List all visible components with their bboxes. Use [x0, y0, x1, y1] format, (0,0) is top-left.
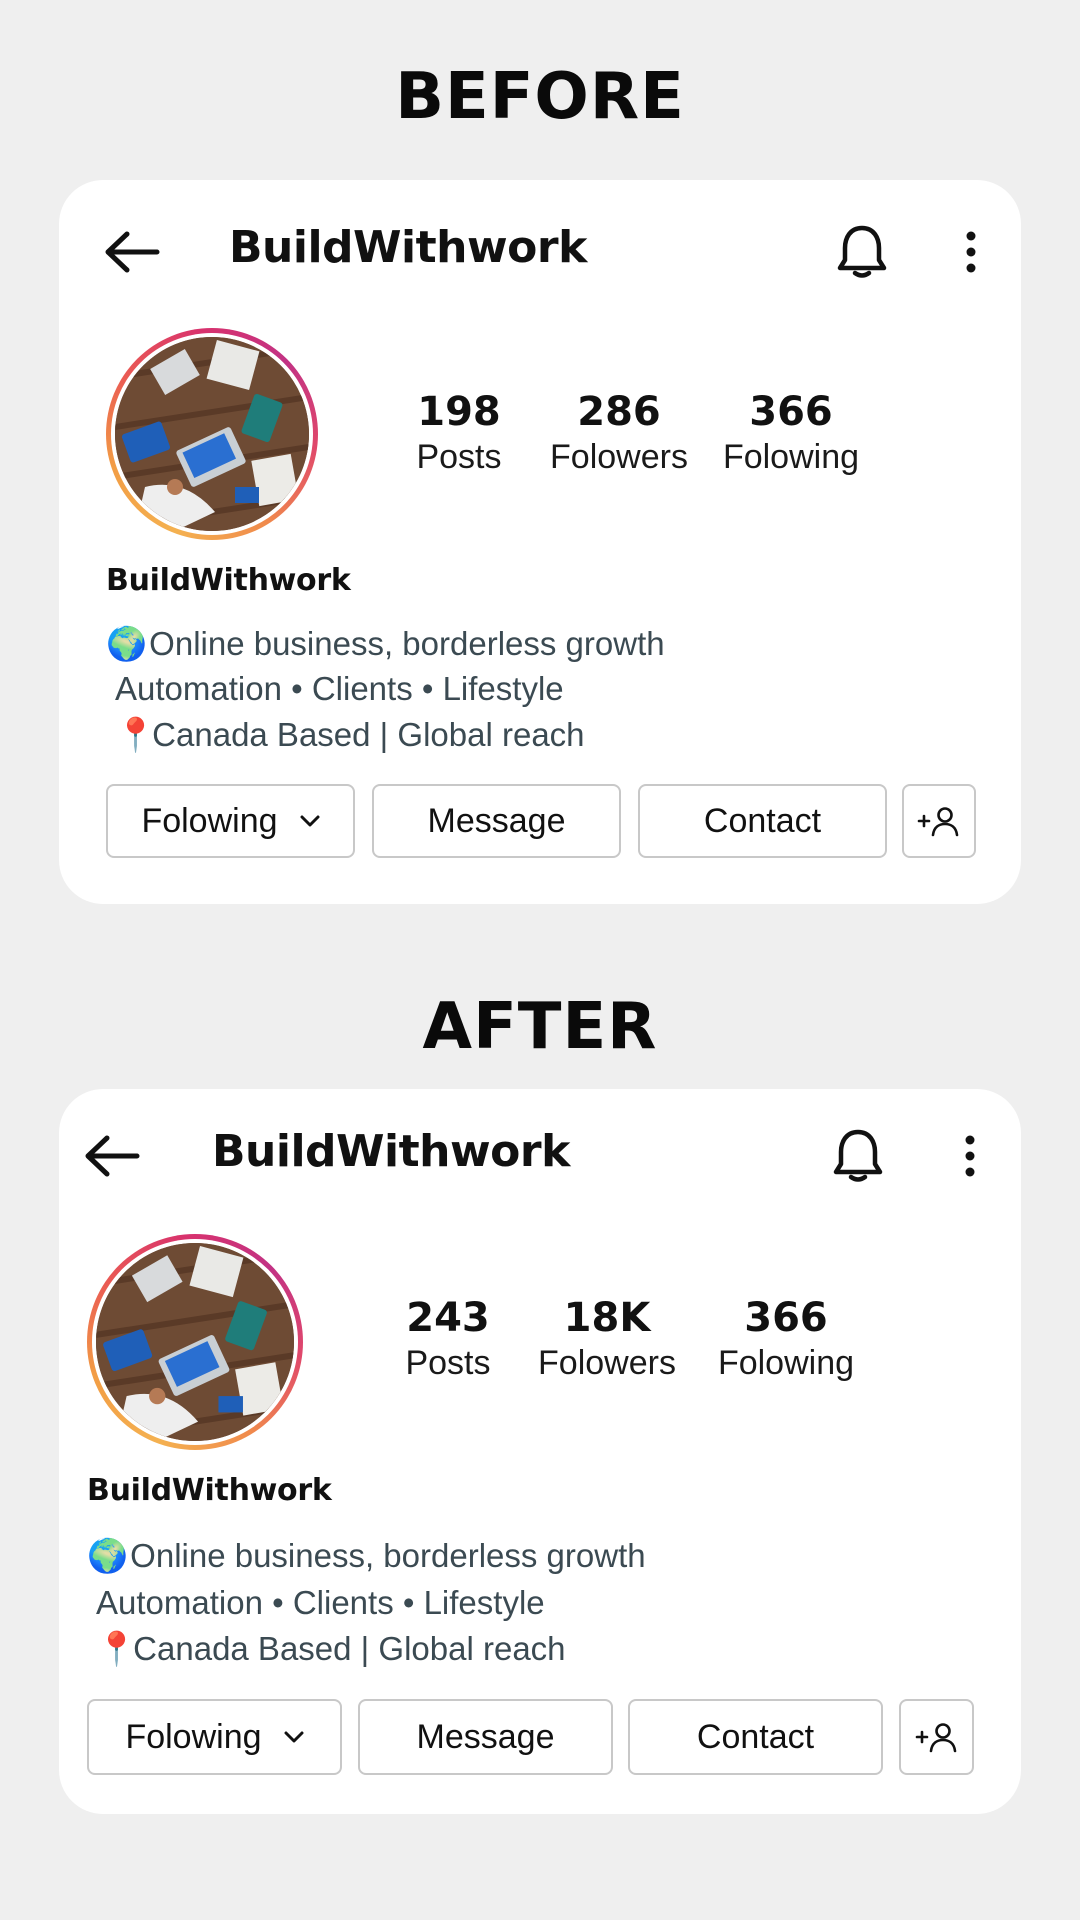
chevron-down-icon	[300, 815, 320, 827]
profile-title: BuildWithwork	[229, 222, 587, 273]
following-button[interactable]: Folowing	[87, 1699, 342, 1775]
followers-stat[interactable]: 18K Folowers	[507, 1294, 707, 1384]
add-user-button[interactable]	[902, 784, 976, 858]
following-count: 366	[744, 1295, 828, 1341]
after-heading: AFTER	[422, 990, 658, 1064]
back-button[interactable]	[83, 1134, 141, 1178]
followers-stat[interactable]: 286 Folowers	[519, 388, 719, 478]
contact-button[interactable]: Contact	[638, 784, 887, 858]
display-name: BuildWithwork	[87, 1473, 332, 1508]
bio-line-1: 🌍 Online business, borderless growth	[106, 624, 665, 664]
more-vertical-icon	[965, 1135, 975, 1177]
more-vertical-icon	[966, 231, 976, 273]
posts-stat[interactable]: 243 Posts	[377, 1294, 519, 1384]
after-profile-card: BuildWithwork 243 Posts 18K Folowers 366…	[59, 1089, 1021, 1814]
followers-count: 18K	[563, 1295, 651, 1341]
followers-label: Folowers	[550, 438, 688, 476]
add-user-button[interactable]	[899, 1699, 974, 1775]
bell-icon	[833, 1129, 883, 1182]
more-options-button[interactable]	[958, 1128, 982, 1184]
bio-line-3: 📍 Canada Based | Global reach	[96, 1629, 566, 1669]
globe-icon: 🌍	[87, 1537, 129, 1574]
pin-icon: 📍	[115, 716, 157, 753]
arrow-left-icon	[85, 1135, 140, 1177]
avatar[interactable]	[106, 328, 318, 540]
following-label: Folowing	[722, 438, 860, 476]
before-heading: BEFORE	[395, 60, 685, 134]
posts-label: Posts	[416, 438, 502, 476]
posts-label: Posts	[405, 1344, 491, 1382]
back-button[interactable]	[103, 230, 161, 274]
more-options-button[interactable]	[959, 224, 983, 280]
following-label: Folowing	[717, 1344, 855, 1382]
avatar-photo	[96, 1243, 294, 1441]
bio-line-1: 🌍 Online business, borderless growth	[87, 1536, 646, 1576]
before-profile-card: BuildWithwork 198 Posts 286 Folowers 366…	[59, 180, 1021, 904]
display-name: BuildWithwork	[106, 563, 351, 598]
posts-count: 198	[417, 389, 501, 435]
chevron-down-icon	[284, 1731, 304, 1743]
following-stat[interactable]: 366 Folowing	[686, 1294, 886, 1384]
bio-text-2: Automation • Clients • Lifestyle	[115, 670, 564, 707]
avatar[interactable]	[87, 1234, 303, 1450]
add-user-icon	[917, 807, 959, 837]
bio-text-2: Automation • Clients • Lifestyle	[96, 1584, 545, 1621]
following-button[interactable]: Folowing	[106, 784, 355, 858]
message-button[interactable]: Message	[358, 1699, 613, 1775]
bio-line-2: Automation • Clients • Lifestyle	[115, 669, 564, 709]
following-count: 366	[749, 389, 833, 435]
notifications-button[interactable]	[831, 1126, 885, 1186]
contact-button[interactable]: Contact	[628, 1699, 883, 1775]
profile-title: BuildWithwork	[212, 1126, 570, 1177]
bio-line-2: Automation • Clients • Lifestyle	[96, 1583, 545, 1623]
following-button-label: Folowing	[141, 801, 278, 840]
add-user-icon	[915, 1723, 956, 1753]
pin-icon: 📍	[96, 1630, 138, 1667]
bio-text-3: Canada Based | Global reach	[152, 716, 585, 753]
followers-count: 286	[577, 389, 661, 435]
globe-icon: 🌍	[106, 625, 148, 662]
posts-count: 243	[406, 1295, 490, 1341]
following-stat[interactable]: 366 Folowing	[691, 388, 891, 478]
bell-icon	[837, 225, 887, 278]
avatar-photo	[115, 337, 309, 531]
posts-stat[interactable]: 198 Posts	[379, 388, 539, 478]
followers-label: Folowers	[538, 1344, 676, 1382]
notifications-button[interactable]	[835, 222, 889, 282]
bio-text-3: Canada Based | Global reach	[133, 1630, 566, 1667]
arrow-left-icon	[105, 231, 160, 273]
message-button[interactable]: Message	[372, 784, 621, 858]
following-button-label: Folowing	[125, 1717, 262, 1756]
bio-line-3: 📍 Canada Based | Global reach	[115, 715, 585, 755]
bio-text-1: Online business, borderless growth	[149, 625, 665, 662]
bio-text-1: Online business, borderless growth	[130, 1537, 646, 1574]
